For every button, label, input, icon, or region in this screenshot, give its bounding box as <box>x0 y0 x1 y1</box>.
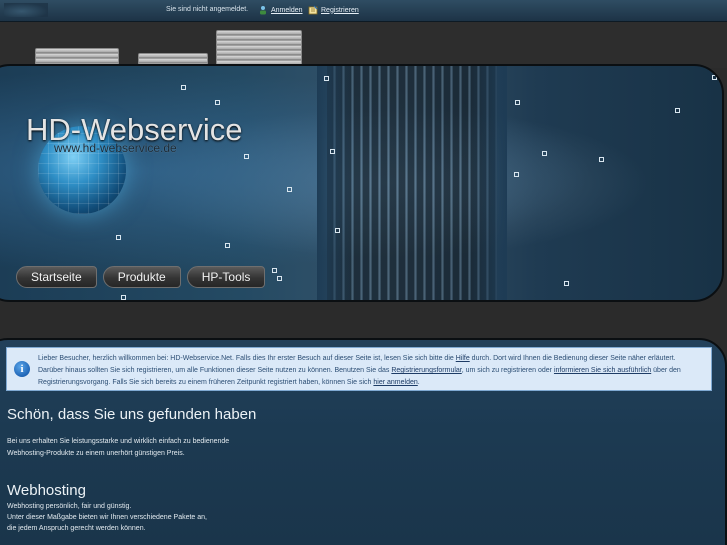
top-bar: Sie sind nicht angemeldet. Anmelden Regi… <box>0 0 727 22</box>
topbar-logo <box>4 3 48 17</box>
section-text-line: Webhosting-Produkte zu einem unerhört gü… <box>7 450 185 457</box>
decor-square <box>542 151 547 156</box>
help-link[interactable]: Hilfe <box>456 355 470 362</box>
main-nav: Startseite Produkte HP-Tools <box>16 266 266 288</box>
decor-square <box>272 268 277 273</box>
decor-square <box>599 157 604 162</box>
section-text-line: die jedem Anspruch gerecht werden können… <box>7 525 146 532</box>
decor-square <box>215 100 220 105</box>
register-link[interactable]: Registrieren <box>321 7 359 14</box>
welcome-text-part: . <box>417 379 420 386</box>
nav-item-hp-tools[interactable]: HP-Tools <box>186 266 266 288</box>
decor-square <box>225 243 230 248</box>
register-link-group[interactable]: Registrieren <box>308 5 359 15</box>
login-here-link[interactable]: hier anmelden <box>373 379 417 386</box>
login-link[interactable]: Anmelden <box>271 7 303 14</box>
welcome-info-box: i Lieber Besucher, herzlich willkommen b… <box>6 347 712 391</box>
site-url: www.hd-webservice.de <box>54 141 177 155</box>
decor-square <box>330 149 335 154</box>
server-rack-image <box>216 30 302 68</box>
welcome-text-part: , um sich zu registrieren oder <box>461 367 554 374</box>
decor-square <box>277 276 282 281</box>
registration-info-link[interactable]: informieren Sie sich ausführlich <box>554 367 651 374</box>
decor-square <box>335 228 340 233</box>
decor-square <box>116 235 121 240</box>
decor-square <box>712 75 717 80</box>
decor-square <box>181 85 186 90</box>
decor-square <box>121 295 126 300</box>
decor-square <box>515 100 520 105</box>
decor-square <box>675 108 680 113</box>
welcome-text: Lieber Besucher, herzlich willkommen bei… <box>38 353 702 389</box>
section-text-line: Bei uns erhalten Sie leistungsstarke und… <box>7 438 230 445</box>
login-icon <box>260 6 266 15</box>
page: Sie sind nicht angemeldet. Anmelden Regi… <box>0 0 727 545</box>
decor-square <box>287 187 292 192</box>
server-racks-banner <box>0 22 727 68</box>
nav-item-produkte[interactable]: Produkte <box>102 266 181 288</box>
registration-form-link[interactable]: Registrierungsformular <box>391 367 461 374</box>
decor-square <box>564 281 569 286</box>
decor-square <box>244 154 249 159</box>
register-icon <box>308 5 318 15</box>
section-title-welcome: Schön, dass Sie uns gefunden haben <box>7 406 257 423</box>
welcome-text-part: Lieber Besucher, herzlich willkommen bei… <box>38 355 456 362</box>
info-icon: i <box>14 361 30 377</box>
section-text-line: Webhosting persönlich, fair und günstig. <box>7 503 132 510</box>
hero-fade <box>317 66 507 300</box>
login-status-text: Sie sind nicht angemeldet. <box>166 6 249 13</box>
login-link-group[interactable]: Anmelden <box>258 5 303 15</box>
decor-square <box>324 76 329 81</box>
decor-square <box>514 172 519 177</box>
nav-item-startseite[interactable]: Startseite <box>16 266 97 288</box>
section-title-webhosting: Webhosting <box>7 482 86 499</box>
section-text-line: Unter dieser Maßgabe bieten wir Ihnen ve… <box>7 514 208 521</box>
